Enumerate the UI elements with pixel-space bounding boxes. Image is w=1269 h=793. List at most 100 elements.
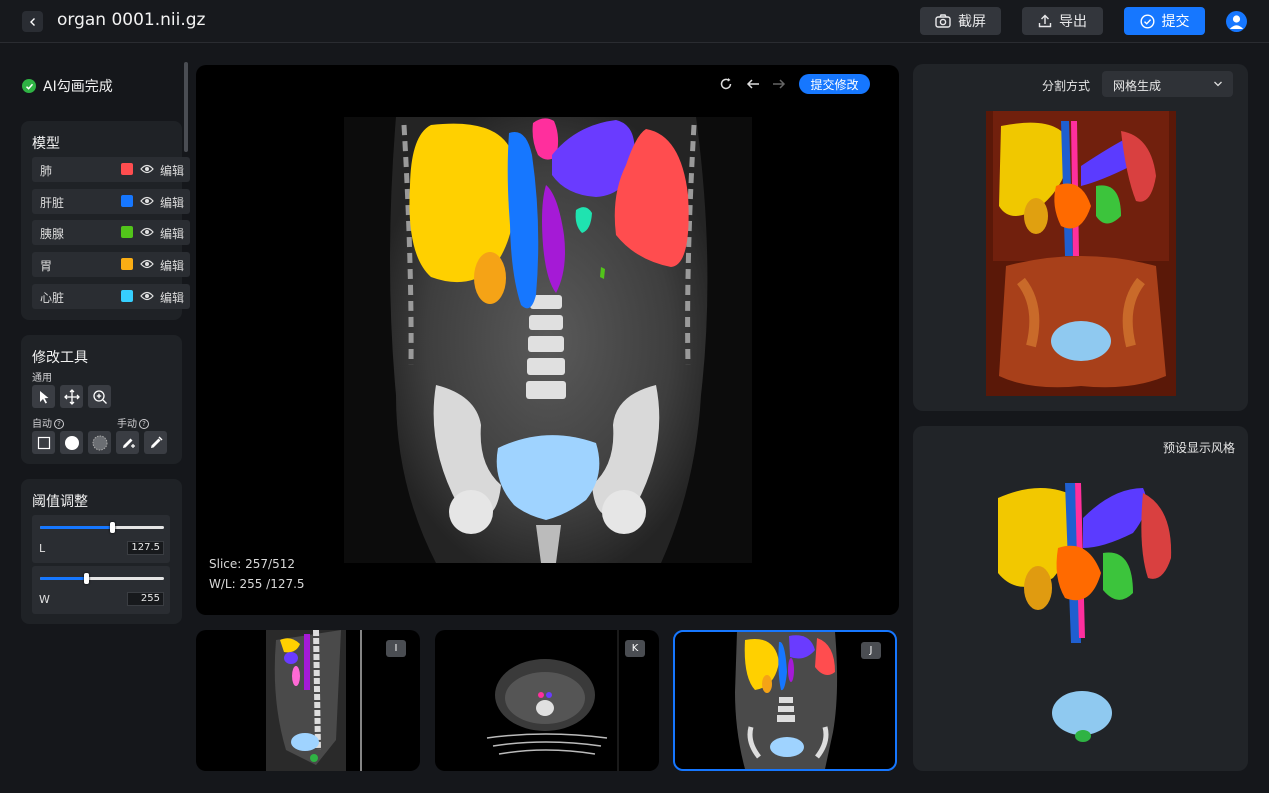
pen-tool-button[interactable] [144,431,167,454]
view-badge: K [625,640,645,657]
threshold-title: 阈值调整 [32,494,88,510]
manual-label: 手动? [117,415,149,430]
edit-button[interactable]: 编辑 [160,194,184,211]
color-swatch[interactable] [121,258,133,270]
submit-edit-button[interactable]: 提交修改 [799,74,870,94]
model-name: 肝脏 [40,196,65,210]
cursor-icon [39,390,48,403]
redo-arrow-icon[interactable] [772,77,786,91]
submit-button[interactable]: 提交 [1124,7,1205,35]
file-title: organ 0001.nii.gz [57,10,206,30]
pan-tool-button[interactable] [60,385,83,408]
eye-icon[interactable] [140,258,154,270]
ai-status: AI勾画完成 [22,76,113,96]
slice-info: Slice: 257/512 [209,557,295,571]
left-scrollbar[interactable] [184,62,188,152]
tools-title: 修改工具 [32,350,88,366]
refresh-icon[interactable] [719,77,733,91]
slider-track[interactable] [40,522,164,533]
slider-l: L 127.5 [32,515,170,563]
view-badge: I [386,640,406,657]
main-viewer[interactable]: 提交修改 Slice: 257/512 W/L: 255 /127.5 [196,65,899,615]
model-card: 模型 肺编辑 肝脏 编辑 胰腺 编辑胃编辑 心脏 编辑 [21,121,190,320]
export-button[interactable]: 导出 [1022,7,1103,35]
edit-button[interactable]: 编辑 [160,289,184,306]
preset-style-label: 预设显示风格 [1162,441,1235,455]
eye-icon[interactable] [140,226,154,238]
model-row[interactable]: 胃 编辑 [32,252,190,277]
3d-volume-panel: 分割方式 网格生成 [913,64,1248,411]
edit-button[interactable]: 编辑 [160,225,184,242]
eye-icon[interactable] [140,290,154,302]
eye-icon[interactable] [140,195,154,207]
model-title: 模型 [32,136,60,152]
slider-fill [40,577,86,580]
seg-method-select[interactable]: 网格生成 [1102,71,1233,97]
edit-button[interactable]: 编辑 [160,162,184,179]
back-button[interactable] [22,11,43,32]
model-name: 心脏 [40,291,65,305]
tools-card: 修改工具 通用 自动? 手动? [21,335,182,464]
threshold-card: 阈值调整 L 127.5 W 255 [21,479,182,624]
auto-label: 自动? [32,415,64,430]
user-icon [1229,15,1244,29]
slider-name: W [39,593,50,606]
model-row[interactable]: 胰腺 编辑 [32,220,190,245]
chevron-down-icon [1214,81,1222,87]
thumbnail-axial[interactable]: K [435,630,659,771]
square-icon [37,436,50,449]
color-swatch[interactable] [121,290,133,302]
model-name: 肺 [40,164,53,178]
eye-icon[interactable] [140,163,154,175]
check-icon [22,79,36,93]
model-row[interactable]: 肺 编辑 [32,157,190,182]
slider-fill [40,526,112,529]
pen-plus-icon [122,438,135,448]
view-badge: J [861,642,881,659]
help-icon[interactable]: ? [54,419,64,429]
thumbnail-sagittal[interactable]: I [196,630,420,771]
model-row[interactable]: 肝脏 编辑 [32,189,190,214]
select-tool-button[interactable] [32,385,55,408]
circle-filled-icon [64,435,79,450]
thumbnail-coronal[interactable]: J [673,630,897,771]
3d-volume-render [986,111,1176,396]
color-swatch[interactable] [121,163,133,175]
zoom-in-icon [92,389,107,404]
screenshot-button[interactable]: 截屏 [920,7,1001,35]
slider-track[interactable] [40,573,164,584]
slider-name: L [39,542,46,555]
slider-thumb[interactable] [109,522,115,533]
screenshot-label: 截屏 [958,14,986,30]
help-icon[interactable]: ? [139,419,149,429]
3d-mesh-render [998,483,1172,742]
top-bar: organ 0001.nii.gz 截屏 导出 提交 [0,0,1269,43]
camera-icon [935,14,951,28]
general-label: 通用 [32,373,52,384]
window-level-info: W/L: 255 /127.5 [209,577,305,591]
pen-icon [150,436,162,448]
brush-tool-button[interactable] [88,431,111,454]
model-row[interactable]: 心脏 编辑 [32,284,190,309]
rect-tool-button[interactable] [32,431,55,454]
model-name: 胃 [40,259,53,273]
slider-value-input[interactable]: 255 [127,592,164,606]
seg-method-label: 分割方式 [1042,79,1091,93]
color-swatch[interactable] [121,195,133,207]
user-avatar[interactable] [1226,11,1247,32]
slider-value-input[interactable]: 127.5 [127,541,164,555]
slider-thumb[interactable] [83,573,89,584]
zoom-tool-button[interactable] [88,385,111,408]
color-swatch[interactable] [121,226,133,238]
undo-arrow-icon[interactable] [746,77,760,91]
export-label: 导出 [1059,14,1087,30]
ct-coronal-image [344,117,752,563]
move-icon [63,388,80,405]
ai-status-label: AI勾画完成 [43,79,113,95]
circle-tool-button[interactable] [60,431,83,454]
pen-add-tool-button[interactable] [116,431,139,454]
slider-w: W 255 [32,566,170,614]
seg-method-value: 网格生成 [1113,79,1162,93]
chevron-left-icon [29,17,35,26]
edit-button[interactable]: 编辑 [160,257,184,274]
